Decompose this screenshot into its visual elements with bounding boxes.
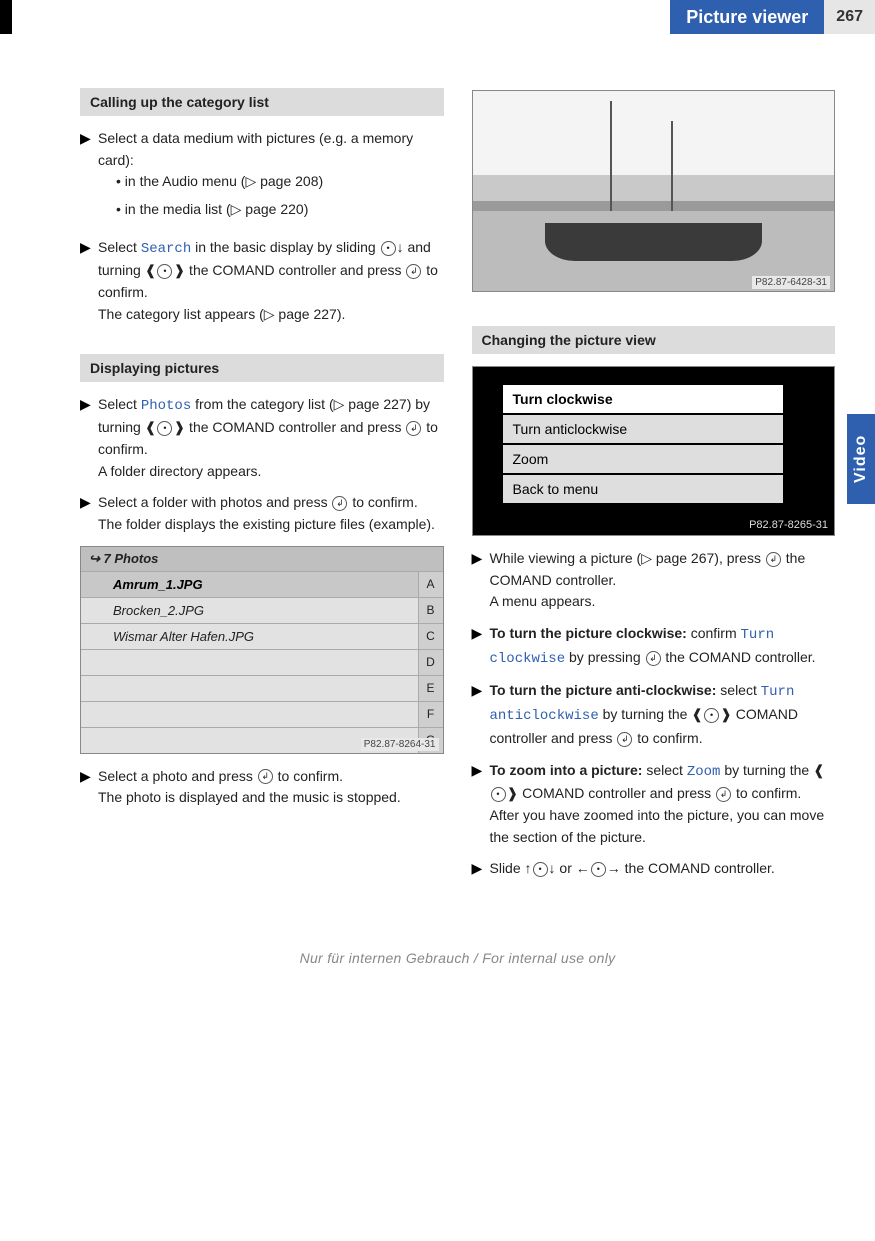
press-icon: ↲ — [716, 787, 731, 802]
press-icon: ↲ — [646, 651, 661, 666]
step: ▶ Select a folder with photos and press … — [80, 492, 444, 535]
heading-category-list: Calling up the category list — [80, 88, 444, 116]
text: After you have zoomed into the picture, … — [490, 807, 825, 845]
list-item: Brocken_2.JPGB — [81, 597, 443, 623]
step: ▶ To turn the picture anti-clockwise: se… — [472, 680, 836, 749]
bold-label: To turn the picture clockwise: — [490, 625, 687, 641]
header-title: Picture viewer — [670, 0, 824, 34]
screenshot-file-list: ↪ 7 Photos Amrum_1.JPGA Brocken_2.JPGB W… — [80, 546, 444, 754]
press-icon: ↲ — [617, 732, 632, 747]
controller-icon — [381, 241, 396, 256]
menu-term: Zoom — [687, 764, 721, 780]
list-item: F — [81, 701, 443, 727]
right-column: P82.87-6428-31 Changing the picture view… — [472, 84, 836, 890]
list-item: Amrum_1.JPGA — [81, 571, 443, 597]
page-ref: page 220 — [231, 201, 304, 217]
figure-id: P82.87-8265-31 — [749, 519, 828, 531]
page-ref: page 208 — [245, 173, 318, 189]
heading-displaying: Displaying pictures — [80, 354, 444, 382]
step: ▶ Slide ↑↓ or ←→ the COMAND control­ler. — [472, 858, 836, 880]
page-ref: page 227 — [264, 306, 337, 322]
text: Select a data medium with pictures (e.g.… — [98, 130, 413, 168]
page-number: 267 — [824, 0, 875, 34]
list-item: D — [81, 649, 443, 675]
menu-term: Photos — [141, 398, 191, 414]
left-column: Calling up the category list ▶ Select a … — [80, 84, 444, 890]
press-icon: ↲ — [258, 769, 273, 784]
page-ref: page 267 — [641, 550, 714, 566]
step: ▶ While viewing a picture (page 267), pr… — [472, 548, 836, 613]
controller-icon — [591, 862, 606, 877]
list-item: Wismar Alter Hafen.JPGC — [81, 623, 443, 649]
menu-item: Turn clockwise — [503, 385, 783, 415]
figure-id: P82.87-8264-31 — [361, 738, 439, 751]
text: The folder displays the existing picture… — [98, 516, 435, 532]
step: ▶ Select Photos from the category list (… — [80, 394, 444, 483]
menu-term: Search — [141, 241, 191, 257]
step: ▶ To zoom into a picture: select Zoom by… — [472, 760, 836, 849]
screenshot-photo: P82.87-6428-31 — [472, 90, 836, 292]
step: ▶ Select Search in the basic display by … — [80, 237, 444, 326]
screenshot-menu: Turn clockwise Turn anticlockwise Zoom B… — [472, 366, 836, 536]
text: The photo is displayed and the music is … — [98, 789, 401, 805]
step: ▶ To turn the picture clockwise: confirm… — [472, 623, 836, 670]
footer-note: Nur für internen Gebrauch / For internal… — [80, 950, 835, 966]
side-tab-video: Video — [847, 414, 875, 504]
controller-icon — [491, 787, 506, 802]
press-icon: ↲ — [332, 496, 347, 511]
bold-label: To turn the picture anti-clockwise: — [490, 682, 717, 698]
bullet: in the Audio menu (page 208) — [116, 171, 444, 193]
header-bar: Picture viewer 267 — [0, 0, 875, 34]
text: A folder directory appears. — [98, 463, 261, 479]
text: A menu appears. — [490, 593, 596, 609]
harbor-image — [473, 91, 835, 291]
header-accent — [0, 0, 12, 34]
menu-item: Zoom — [503, 445, 783, 475]
press-icon: ↲ — [406, 264, 421, 279]
menu-item: Back to menu — [503, 475, 783, 505]
bold-label: To zoom into a picture: — [490, 762, 643, 778]
bullet: in the media list (page 220) — [116, 199, 444, 221]
menu-item: Turn anticlockwise — [503, 415, 783, 445]
list-item: E — [81, 675, 443, 701]
figure-id: P82.87-6428-31 — [752, 276, 830, 289]
step: ▶ Select a photo and press ↲ to confirm.… — [80, 766, 444, 809]
press-icon: ↲ — [406, 421, 421, 436]
controller-icon — [533, 862, 548, 877]
step: ▶ Select a data medium with pictures (e.… — [80, 128, 444, 227]
controller-icon — [157, 421, 172, 436]
page-ref: page 227 — [334, 396, 407, 412]
controller-icon — [704, 708, 719, 723]
press-icon: ↲ — [766, 552, 781, 567]
controller-icon — [157, 264, 172, 279]
heading-change-view: Changing the picture view — [472, 326, 836, 354]
